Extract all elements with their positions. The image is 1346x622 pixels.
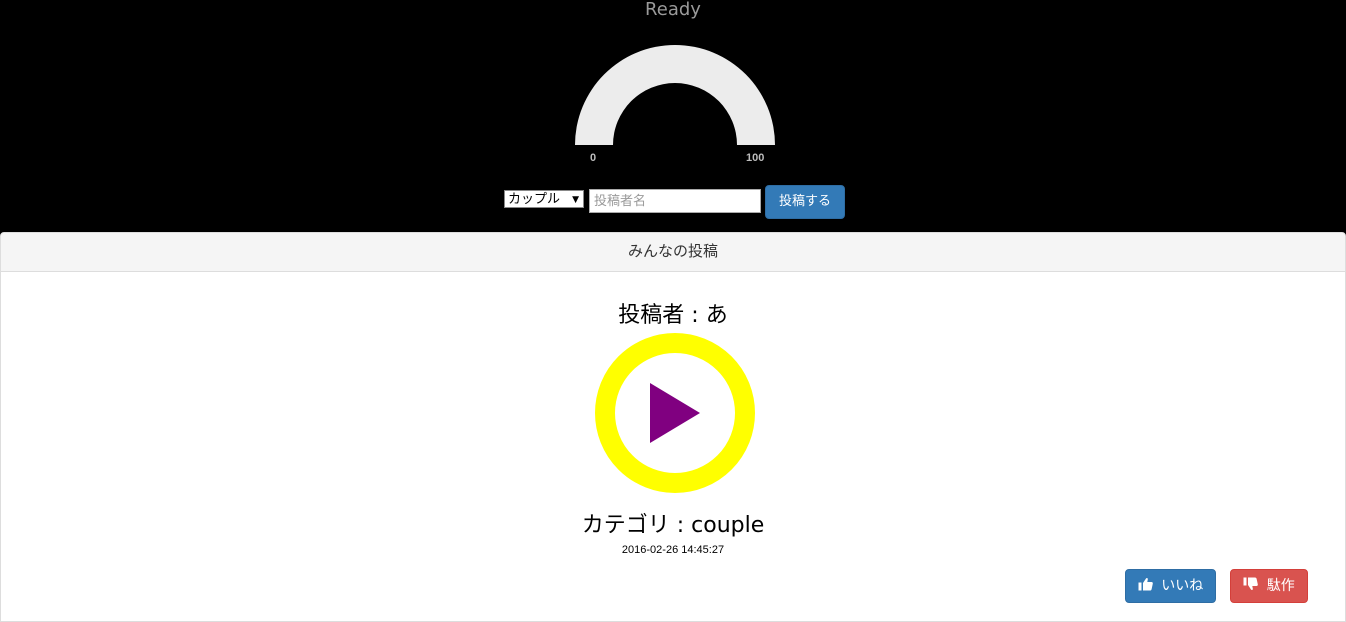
like-button[interactable]: いいね — [1125, 569, 1216, 603]
poster-name-input[interactable] — [589, 189, 761, 213]
dislike-label: 駄作 — [1266, 578, 1295, 594]
gauge — [575, 45, 775, 145]
dislike-button[interactable]: 駄作 — [1230, 569, 1308, 603]
post-category: カテゴリ : couple — [581, 513, 765, 538]
like-label: いいね — [1161, 578, 1204, 594]
gauge-track — [575, 45, 775, 145]
gauge-max-label: 100 — [746, 152, 765, 164]
thumbs-up-icon — [1138, 577, 1153, 591]
thumbs-down-icon — [1243, 577, 1259, 591]
panel-title: みんなの投稿 — [1, 233, 1345, 272]
category-select-value: カップル — [508, 192, 561, 207]
status-text: Ready — [645, 0, 701, 20]
gauge-min-label: 0 — [590, 152, 597, 164]
play-button[interactable] — [595, 333, 755, 493]
post-timestamp: 2016-02-26 14:45:27 — [621, 544, 725, 556]
category-select[interactable]: カップル ▼ — [504, 190, 584, 208]
post-poster: 投稿者 : あ — [618, 303, 728, 328]
header-area: Ready 0 100 カップル ▼ 投稿する — [0, 0, 1346, 232]
submit-post-button[interactable]: 投稿する — [765, 185, 845, 219]
dropdown-arrow-icon: ▼ — [572, 195, 579, 205]
posts-panel: みんなの投稿 投稿者 : あ カテゴリ : couple 2016-02-26 … — [0, 232, 1346, 622]
